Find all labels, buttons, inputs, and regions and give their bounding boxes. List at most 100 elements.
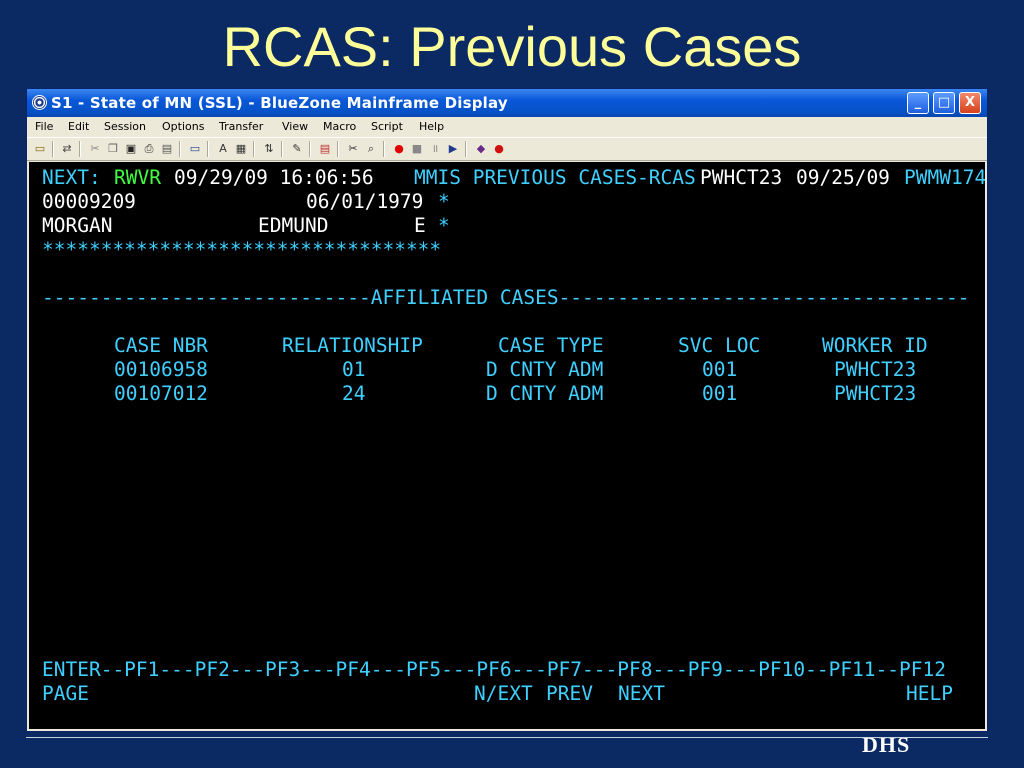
table-header: CASE NBR RELATIONSHIP CASE TYPE SVC LOC … (42, 334, 985, 358)
toolbar-separator (383, 141, 385, 157)
bluezone-app-icon[interactable] (32, 95, 47, 110)
toolbar-separator (179, 141, 181, 157)
svc-loc: 001 (702, 382, 738, 405)
table-row[interactable]: 00106958 01 D CNTY ADM 001 PWHCT23 (42, 358, 985, 382)
first-name: EDMUND (258, 214, 329, 237)
clipboard-icon[interactable]: ▤ (159, 141, 175, 157)
col-case-type: CASE TYPE (498, 334, 604, 357)
user-id: PWHCT23 (700, 166, 783, 189)
col-worker-id: WORKER ID (822, 334, 928, 357)
pf-keys-legend: ENTER--PF1---PF2---PF3---PF4---PF5---PF6… (42, 658, 946, 681)
pf-labels-line: PAGE N/EXT PREV NEXT HELP (42, 682, 985, 706)
worker-id: PWHCT23 (834, 382, 917, 405)
toolbar-separator (281, 141, 283, 157)
display-icon[interactable]: ▭ (187, 141, 203, 157)
person-id-line: 00009209 06/01/1979 * (42, 190, 742, 214)
print-icon[interactable]: ▭ (32, 141, 48, 157)
terminal-header-line: NEXT: RWVR 09/29/09 16:06:56 MMIS PREVIO… (42, 166, 985, 190)
stop-icon[interactable]: ■ (409, 141, 425, 157)
menu-macro[interactable]: Macro (323, 120, 356, 133)
toolbar: ▭ ⇄ ✂ ❐ ▣ ⎙ ▤ ▭ A ▦ ⇅ ✎ ▤ ✂ ⌕ ● ■ ॥ ▶ ◆ … (27, 137, 987, 161)
case-nbr: 00106958 (114, 358, 208, 381)
pause-icon[interactable]: ॥ (427, 141, 443, 157)
person-name-line: MORGAN EDMUND E * (42, 214, 742, 238)
col-svc-loc: SVC LOC (678, 334, 761, 357)
case-nbr: 00107012 (114, 382, 208, 405)
terminal-screen[interactable]: NEXT: RWVR 09/29/09 16:06:56 MMIS PREVIO… (29, 162, 985, 729)
section-title-line: ----------------------------AFFILIATED C… (42, 286, 985, 310)
menu-bar: File Edit Session Options Transfer View … (27, 118, 987, 136)
menu-help[interactable]: Help (419, 120, 444, 133)
pf8-label[interactable]: NEXT (618, 682, 665, 706)
toolbar-separator (309, 141, 311, 157)
window-titlebar[interactable]: S1 - State of MN (SSL) - BlueZone Mainfr… (27, 89, 987, 117)
menu-transfer[interactable]: Transfer (219, 120, 263, 133)
pf-keys-icon[interactable]: ▤ (317, 141, 333, 157)
header-date: 09/25/09 (796, 166, 890, 189)
toolbar-separator (253, 141, 255, 157)
screen-name: MMIS PREVIOUS CASES-RCAS (414, 166, 696, 189)
minimize-button[interactable]: _ (907, 92, 929, 114)
last-name: MORGAN (42, 214, 113, 237)
send-icon[interactable]: ⇄ (59, 141, 75, 157)
worker-id: PWHCT23 (834, 358, 917, 381)
slide-divider (26, 737, 988, 738)
menu-file[interactable]: File (35, 120, 53, 133)
screen-id: PWMW174 (904, 166, 985, 189)
toolbar-separator (79, 141, 81, 157)
bluezone-window: S1 - State of MN (SSL) - BlueZone Mainfr… (26, 88, 988, 732)
menu-options[interactable]: Options (162, 120, 204, 133)
menu-view[interactable]: View (282, 120, 308, 133)
window-title: S1 - State of MN (SSL) - BlueZone Mainfr… (51, 94, 508, 112)
close-button[interactable]: X (959, 92, 981, 114)
toolbar-separator (337, 141, 339, 157)
toolbar-separator (465, 141, 467, 157)
col-case-nbr: CASE NBR (114, 334, 208, 357)
find-icon[interactable]: ⌕ (363, 141, 379, 157)
dhs-logo: DHS (862, 738, 911, 752)
cut-icon[interactable]: ✂ (87, 141, 103, 157)
pf12-label[interactable]: HELP (906, 682, 953, 706)
case-type: D CNTY ADM (486, 382, 604, 405)
menu-script[interactable]: Script (371, 120, 403, 133)
play-icon[interactable]: ▶ (445, 141, 461, 157)
toolbar-separator (52, 141, 54, 157)
print-screen-icon[interactable]: ⎙ (141, 141, 157, 157)
relationship: 01 (342, 358, 366, 381)
font-icon[interactable]: A (215, 141, 231, 157)
birth-date-marker: * (438, 190, 450, 213)
pf-enter-label[interactable]: PAGE (42, 682, 89, 706)
col-relationship: RELATIONSHIP (282, 334, 423, 357)
transfer-icon[interactable]: ⇅ (261, 141, 277, 157)
menu-edit[interactable]: Edit (68, 120, 89, 133)
stars-divider: ********************************** (42, 238, 442, 261)
toolbar-separator (207, 141, 209, 157)
svc-loc: 001 (702, 358, 738, 381)
menu-session[interactable]: Session (104, 120, 146, 133)
next-label: NEXT: (42, 166, 101, 189)
pf6-label[interactable]: N/EXT (474, 682, 533, 706)
edit-icon[interactable]: ✎ (289, 141, 305, 157)
maximize-button[interactable]: □ (933, 92, 955, 114)
relationship: 24 (342, 382, 366, 405)
next-command-field[interactable]: RWVR (114, 166, 161, 190)
apple-icon[interactable]: ● (491, 141, 507, 157)
table-row[interactable]: 00107012 24 D CNTY ADM 001 PWHCT23 (42, 382, 985, 406)
timestamp: 09/29/09 16:06:56 (174, 166, 374, 189)
scissors-icon[interactable]: ✂ (345, 141, 361, 157)
name-marker: * (438, 214, 450, 237)
case-type: D CNTY ADM (486, 358, 604, 381)
book-icon[interactable]: ◆ (473, 141, 489, 157)
person-id: 00009209 (42, 190, 136, 213)
paste-icon[interactable]: ▣ (123, 141, 139, 157)
slide-title: RCAS: Previous Cases (222, 15, 802, 78)
copy-icon[interactable]: ❐ (105, 141, 121, 157)
stars-line: ********************************** (42, 238, 742, 262)
pf7-label[interactable]: PREV (546, 682, 593, 706)
pf-keys-line: ENTER--PF1---PF2---PF3---PF4---PF5---PF6… (42, 658, 985, 682)
affiliated-cases-title: ----------------------------AFFILIATED C… (42, 286, 970, 309)
keyboard-icon[interactable]: ▦ (233, 141, 249, 157)
record-icon[interactable]: ● (391, 141, 407, 157)
middle-initial: E (414, 214, 426, 237)
birth-date: 06/01/1979 (306, 190, 424, 213)
